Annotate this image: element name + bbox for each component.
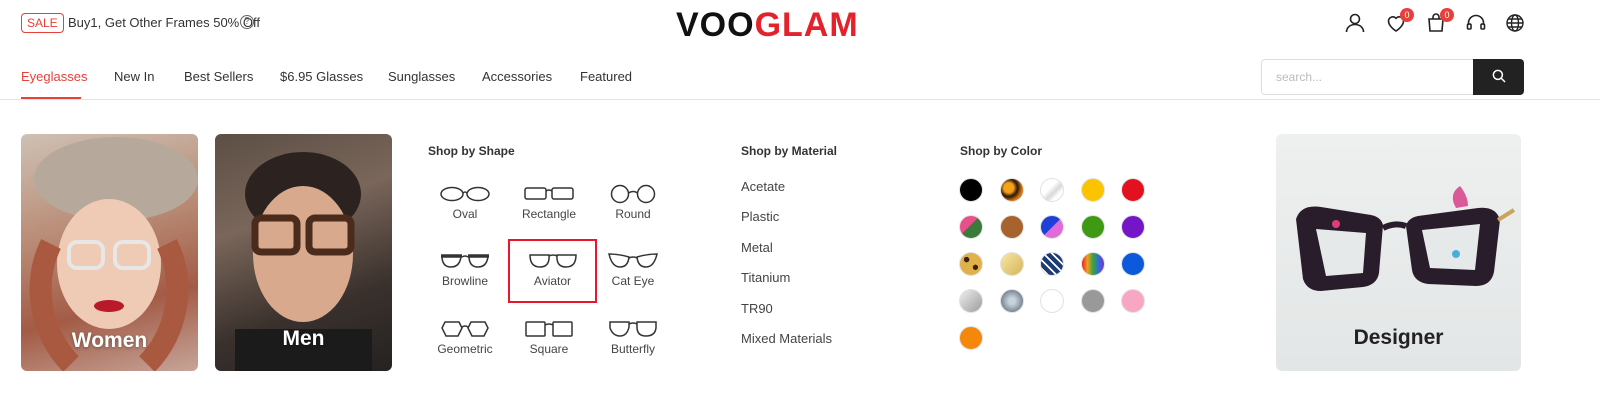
nav-sunglasses[interactable]: Sunglasses <box>388 69 455 84</box>
shape-label-square: Square <box>529 342 569 356</box>
men-category-card[interactable]: Men <box>215 134 392 371</box>
main-nav: Eyeglasses New In Best Sellers $6.95 Gla… <box>0 48 1600 100</box>
heart-icon[interactable]: 0 <box>1384 8 1414 35</box>
color-swatch-multicolor[interactable] <box>1080 252 1105 276</box>
shop-by-color-title: Shop by Color <box>960 144 1042 158</box>
color-swatch-gray[interactable] <box>1080 289 1105 313</box>
logo-part-red: GLAM <box>754 6 859 44</box>
shape-cat-eye[interactable]: Cat Eye <box>594 243 672 298</box>
shape-label-butterfly: Butterfly <box>610 342 655 356</box>
shape-butterfly[interactable]: Butterfly <box>594 311 672 366</box>
color-swatch-silver[interactable] <box>959 289 983 313</box>
material-metal[interactable]: Metal <box>741 240 773 255</box>
color-swatch-yellow[interactable] <box>1080 178 1105 202</box>
women-label: Women <box>71 329 148 352</box>
nav-695-glasses[interactable]: $6.95 Glasses <box>280 69 363 84</box>
color-swatch-glitter[interactable] <box>999 289 1024 313</box>
color-swatch-purple[interactable] <box>1121 215 1145 239</box>
shape-square[interactable]: Square <box>510 311 588 366</box>
active-nav-underline <box>21 97 81 99</box>
shape-browline[interactable]: Browline <box>426 243 504 298</box>
browline-frame-icon <box>441 254 489 268</box>
headset-icon[interactable] <box>1464 11 1488 35</box>
vooglam-logo[interactable]: VOOGLAM <box>676 6 859 45</box>
shape-rectangle[interactable]: Rectangle <box>510 176 588 231</box>
shape-label-oval: Oval <box>452 207 478 221</box>
round-frame-icon <box>610 184 656 204</box>
color-swatch-green[interactable] <box>1080 215 1105 239</box>
promo-text[interactable]: Buy1, Get Other Frames 50% Off <box>68 15 260 30</box>
material-acetate[interactable]: Acetate <box>741 179 785 194</box>
search-input[interactable] <box>1261 59 1473 95</box>
shape-aviator[interactable]: Aviator <box>508 239 597 303</box>
shape-label-browline: Browline <box>441 274 489 288</box>
nav-best-sellers[interactable]: Best Sellers <box>184 69 253 84</box>
oval-frame-icon <box>440 186 490 202</box>
color-swatch-brown[interactable] <box>999 215 1024 239</box>
help-icon[interactable]: ? <box>240 15 254 29</box>
material-plastic[interactable]: Plastic <box>741 209 779 224</box>
sale-badge: SALE <box>21 13 64 33</box>
square-frame-icon <box>525 321 573 337</box>
women-category-card[interactable]: Women <box>21 134 198 371</box>
nav-featured[interactable]: Featured <box>580 69 632 84</box>
logo-part-dark: VOO <box>676 6 755 44</box>
designer-category-card[interactable]: Designer <box>1276 134 1521 371</box>
eyeglasses-mega-menu: Women Men Shop by Shape Oval Rectangle R… <box>0 101 1600 400</box>
nav-new-in[interactable]: New In <box>114 69 154 84</box>
top-bar: SALE Buy1, Get Other Frames 50% Off ? VO… <box>0 0 1600 46</box>
nav-accessories[interactable]: Accessories <box>482 69 552 84</box>
material-mixed-materials[interactable]: Mixed Materials <box>741 331 832 346</box>
shape-round[interactable]: Round <box>594 176 672 231</box>
wishlist-count-badge: 0 <box>1400 8 1414 22</box>
color-swatch-pattern[interactable] <box>1040 252 1064 276</box>
material-tr90[interactable]: TR90 <box>741 301 773 316</box>
color-swatch-leopard[interactable] <box>959 252 983 276</box>
cart-icon[interactable]: 0 <box>1424 8 1454 35</box>
shape-label-rectangle: Rectangle <box>521 207 577 221</box>
designer-label: Designer <box>1353 326 1444 349</box>
globe-icon[interactable] <box>1503 11 1527 35</box>
butterfly-frame-icon <box>609 321 657 337</box>
shape-label-geometric: Geometric <box>437 342 493 356</box>
geometric-frame-icon <box>441 321 489 337</box>
men-label: Men <box>282 327 325 350</box>
shop-by-material-title: Shop by Material <box>741 144 838 158</box>
user-icon[interactable] <box>1343 11 1367 35</box>
color-swatch-white[interactable] <box>1040 289 1064 313</box>
color-swatch-clear[interactable] <box>1040 178 1064 202</box>
shop-by-shape-title: Shop by Shape <box>428 144 515 158</box>
shape-geometric[interactable]: Geometric <box>426 311 504 366</box>
shape-oval[interactable]: Oval <box>426 176 504 231</box>
cart-count-badge: 0 <box>1440 8 1454 22</box>
search-icon <box>1492 69 1506 83</box>
color-swatch-black[interactable] <box>959 178 983 202</box>
aviator-frame-icon <box>528 254 577 268</box>
color-swatch-orange[interactable] <box>959 326 983 350</box>
material-titanium[interactable]: Titanium <box>741 270 790 285</box>
color-swatch-gold[interactable] <box>999 252 1024 276</box>
color-swatch-pink[interactable] <box>1121 289 1145 313</box>
shape-label-round: Round <box>615 207 651 221</box>
search-button[interactable] <box>1473 59 1524 95</box>
nav-eyeglasses[interactable]: Eyeglasses <box>21 69 87 84</box>
rectangle-frame-icon <box>524 187 574 200</box>
color-swatch-blue-pink[interactable] <box>1040 215 1064 239</box>
shape-label-cat-eye: Cat Eye <box>611 274 655 288</box>
color-swatch-blue[interactable] <box>1121 252 1145 276</box>
color-swatch-floral[interactable] <box>959 215 983 239</box>
color-swatch-red[interactable] <box>1121 178 1145 202</box>
shape-label-aviator: Aviator <box>533 274 572 288</box>
color-swatch-tortoise[interactable] <box>999 178 1024 202</box>
cat-eye-frame-icon <box>608 253 658 268</box>
